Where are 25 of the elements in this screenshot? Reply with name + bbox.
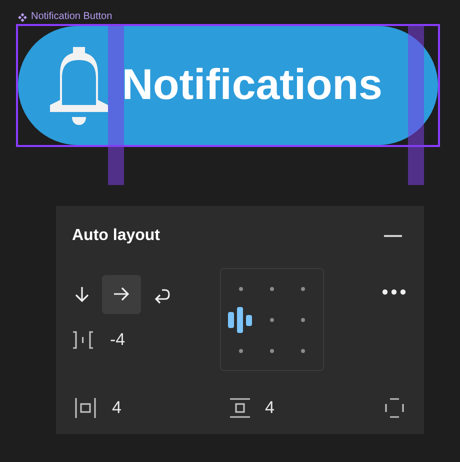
alignment-dot[interactable] — [238, 348, 243, 352]
alignment-dot[interactable] — [270, 286, 274, 290]
component-icon — [18, 12, 27, 22]
gap-icon — [72, 330, 94, 350]
alignment-dot[interactable] — [301, 348, 306, 352]
alignment-dot[interactable] — [270, 318, 274, 322]
clip-content-icon[interactable] — [385, 398, 404, 418]
horizontal-padding-icon — [75, 398, 96, 418]
alignment-dot[interactable] — [301, 318, 306, 322]
button-label: Notifications — [122, 64, 382, 107]
panel-title: Auto layout — [72, 226, 160, 246]
alignment-dot[interactable] — [270, 348, 274, 352]
alignment-dot[interactable] — [301, 286, 306, 290]
vertical-padding-icon — [230, 398, 250, 418]
vertical-padding-value[interactable]: 4 — [265, 395, 274, 421]
gap-value[interactable]: -4 — [110, 327, 126, 353]
more-icon[interactable] — [382, 289, 406, 295]
component-label: Notification Button — [31, 12, 112, 22]
arrow-down-icon — [72, 284, 92, 304]
alignment-bars-icon[interactable] — [228, 306, 254, 332]
horizontal-padding-value[interactable]: 4 — [112, 395, 122, 421]
arrow-right-icon — [112, 284, 131, 304]
direction-button[interactable] — [102, 274, 141, 314]
bell-icon — [48, 46, 110, 124]
alignment-dot[interactable] — [238, 286, 243, 290]
